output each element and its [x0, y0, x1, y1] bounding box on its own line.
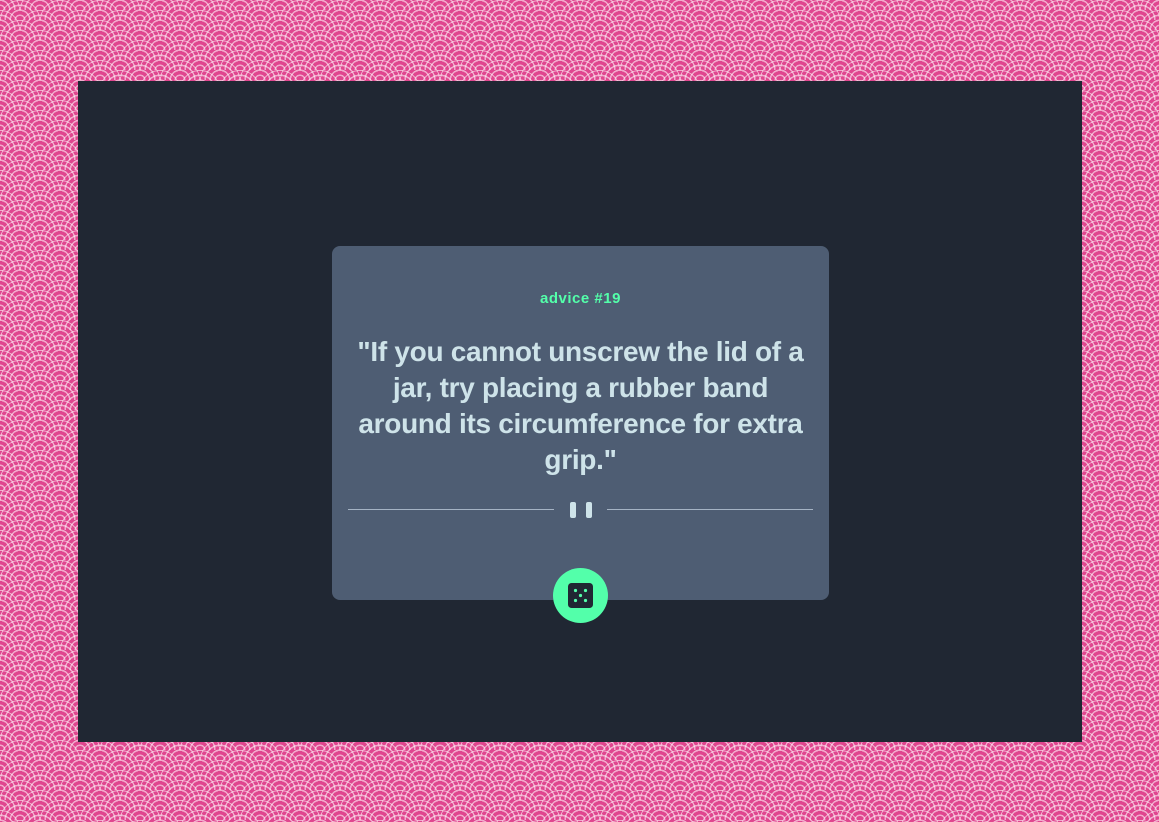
pattern-divider: [348, 498, 813, 522]
pause-icon: [569, 502, 592, 518]
app-viewport: advice #19 "If you cannot unscrew the li…: [78, 81, 1082, 742]
advice-id: advice #19: [540, 290, 621, 307]
generate-advice-button[interactable]: [553, 568, 608, 623]
advice-card: advice #19 "If you cannot unscrew the li…: [332, 246, 829, 600]
advice-quote: "If you cannot unscrew the lid of a jar,…: [357, 336, 804, 475]
divider-line-right: [607, 509, 813, 510]
divider-line-left: [348, 509, 554, 510]
dice-icon: [568, 583, 593, 608]
